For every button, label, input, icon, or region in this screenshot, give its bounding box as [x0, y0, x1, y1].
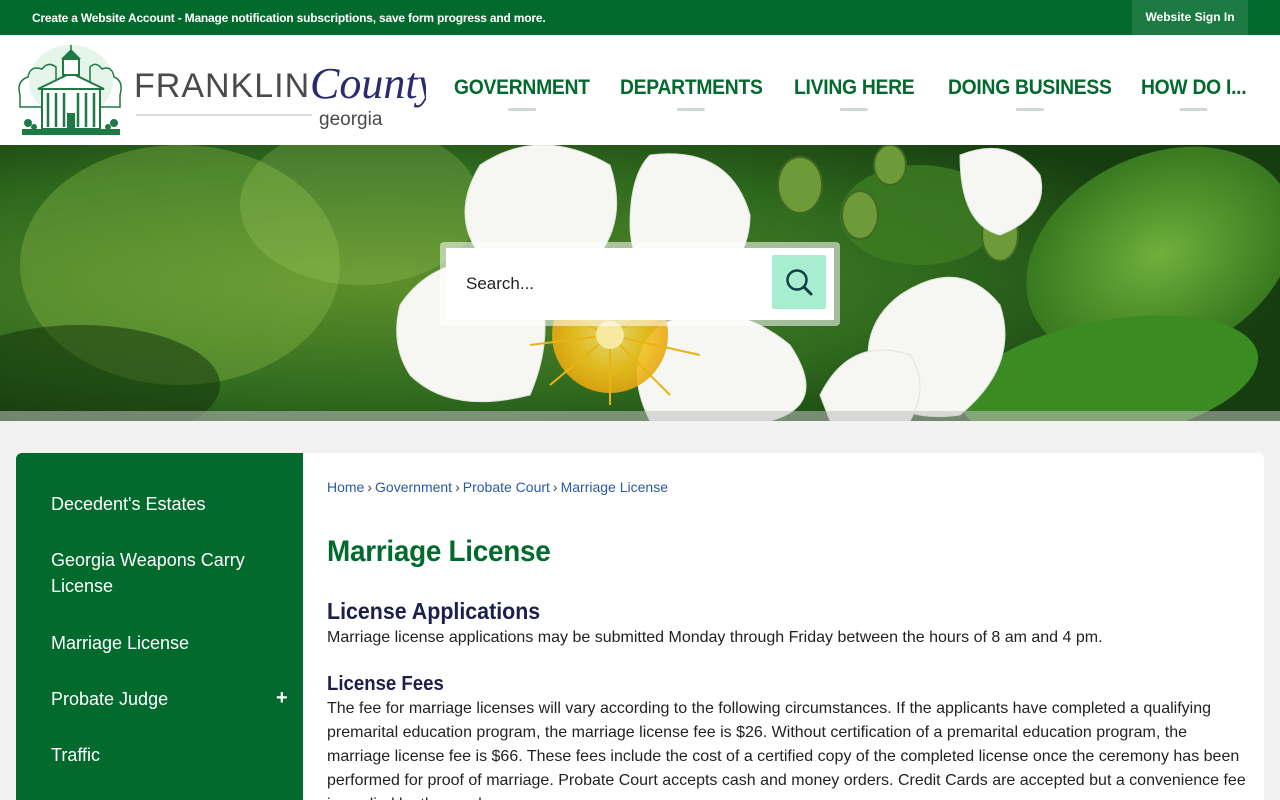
create-account-link[interactable]: Create a Website Account: [32, 11, 175, 25]
sidebar-item-marriage-license[interactable]: Marriage License: [51, 630, 271, 656]
expand-plus-icon[interactable]: +: [276, 687, 288, 710]
sidebar-item-probate-judge[interactable]: Probate Judge: [51, 686, 271, 712]
nav-departments-label: DEPARTMENTS: [620, 76, 763, 99]
nav-underline: [1015, 108, 1044, 111]
page-title: Marriage License: [327, 535, 551, 568]
logo-franklin-text: FRANKLIN: [134, 67, 310, 105]
nav-doing-business-label: DOING BUSINESS: [948, 76, 1112, 99]
franklin-county-logo[interactable]: FRANKLIN County georgia: [16, 43, 438, 139]
nav-underline: [1179, 108, 1208, 111]
search-input[interactable]: [466, 270, 766, 298]
breadcrumb: Home › Government › Probate Court › Marriage L…: [327, 479, 668, 495]
website-sign-in-button[interactable]: Website Sign In: [1132, 0, 1248, 35]
logo-county-text: County: [310, 59, 426, 108]
license-applications-text: Marriage license applications may be sub…: [327, 629, 1103, 646]
license-fees-heading: License Fees: [327, 673, 444, 695]
nav-how-do-i[interactable]: HOW DO I...: [1141, 76, 1247, 111]
main-content: Home › Government › Probate Court › Marriage L…: [303, 453, 1264, 800]
sidebar-item-weapons-carry-license[interactable]: Georgia Weapons Carry License: [51, 547, 271, 599]
account-message: Create a Website Account - Manage notifi…: [32, 11, 546, 25]
logo-georgia-text: georgia: [319, 109, 383, 130]
breadcrumb-probate-court[interactable]: Probate Court: [463, 479, 550, 495]
nav-how-do-i-label: HOW DO I...: [1141, 76, 1247, 99]
breadcrumb-separator: ›: [367, 479, 373, 495]
breadcrumb-separator: ›: [552, 479, 558, 495]
nav-underline: [508, 108, 536, 111]
nav-doing-business[interactable]: DOING BUSINESS: [948, 76, 1112, 111]
license-fees-text: The fee for marriage licenses will vary …: [327, 700, 1246, 800]
breadcrumb-government[interactable]: Government: [375, 479, 452, 495]
sidebar-nav: Decedent's Estates Georgia Weapons Carry…: [16, 453, 303, 800]
nav-departments[interactable]: DEPARTMENTS: [620, 76, 763, 111]
nav-government-label: GOVERNMENT: [454, 76, 590, 99]
license-applications-heading: License Applications: [327, 598, 541, 624]
breadcrumb-marriage-license[interactable]: Marriage License: [561, 479, 668, 495]
nav-underline: [677, 108, 706, 111]
search-icon: [786, 269, 813, 296]
nav-government[interactable]: GOVERNMENT: [454, 76, 590, 111]
nav-living-here-label: LIVING HERE: [794, 76, 915, 99]
top-bar: Create a Website Account - Manage notifi…: [0, 0, 1280, 35]
nav-underline: [840, 108, 869, 111]
courthouse-logo-icon: FRANKLIN County georgia: [18, 45, 438, 135]
breadcrumb-separator: ›: [455, 479, 460, 495]
breadcrumb-home[interactable]: Home: [327, 479, 364, 495]
account-message-text: - Manage notification subscriptions, sav…: [174, 11, 546, 25]
nav-living-here[interactable]: LIVING HERE: [794, 76, 915, 111]
sidebar-item-decedents-estates[interactable]: Decedent's Estates: [51, 491, 271, 517]
search-box: [446, 248, 834, 320]
site-header: FRANKLIN County georgia GOVERNMENT DEPAR…: [0, 35, 1280, 145]
sidebar-item-traffic[interactable]: Traffic: [51, 742, 271, 768]
search-button[interactable]: [772, 255, 826, 309]
